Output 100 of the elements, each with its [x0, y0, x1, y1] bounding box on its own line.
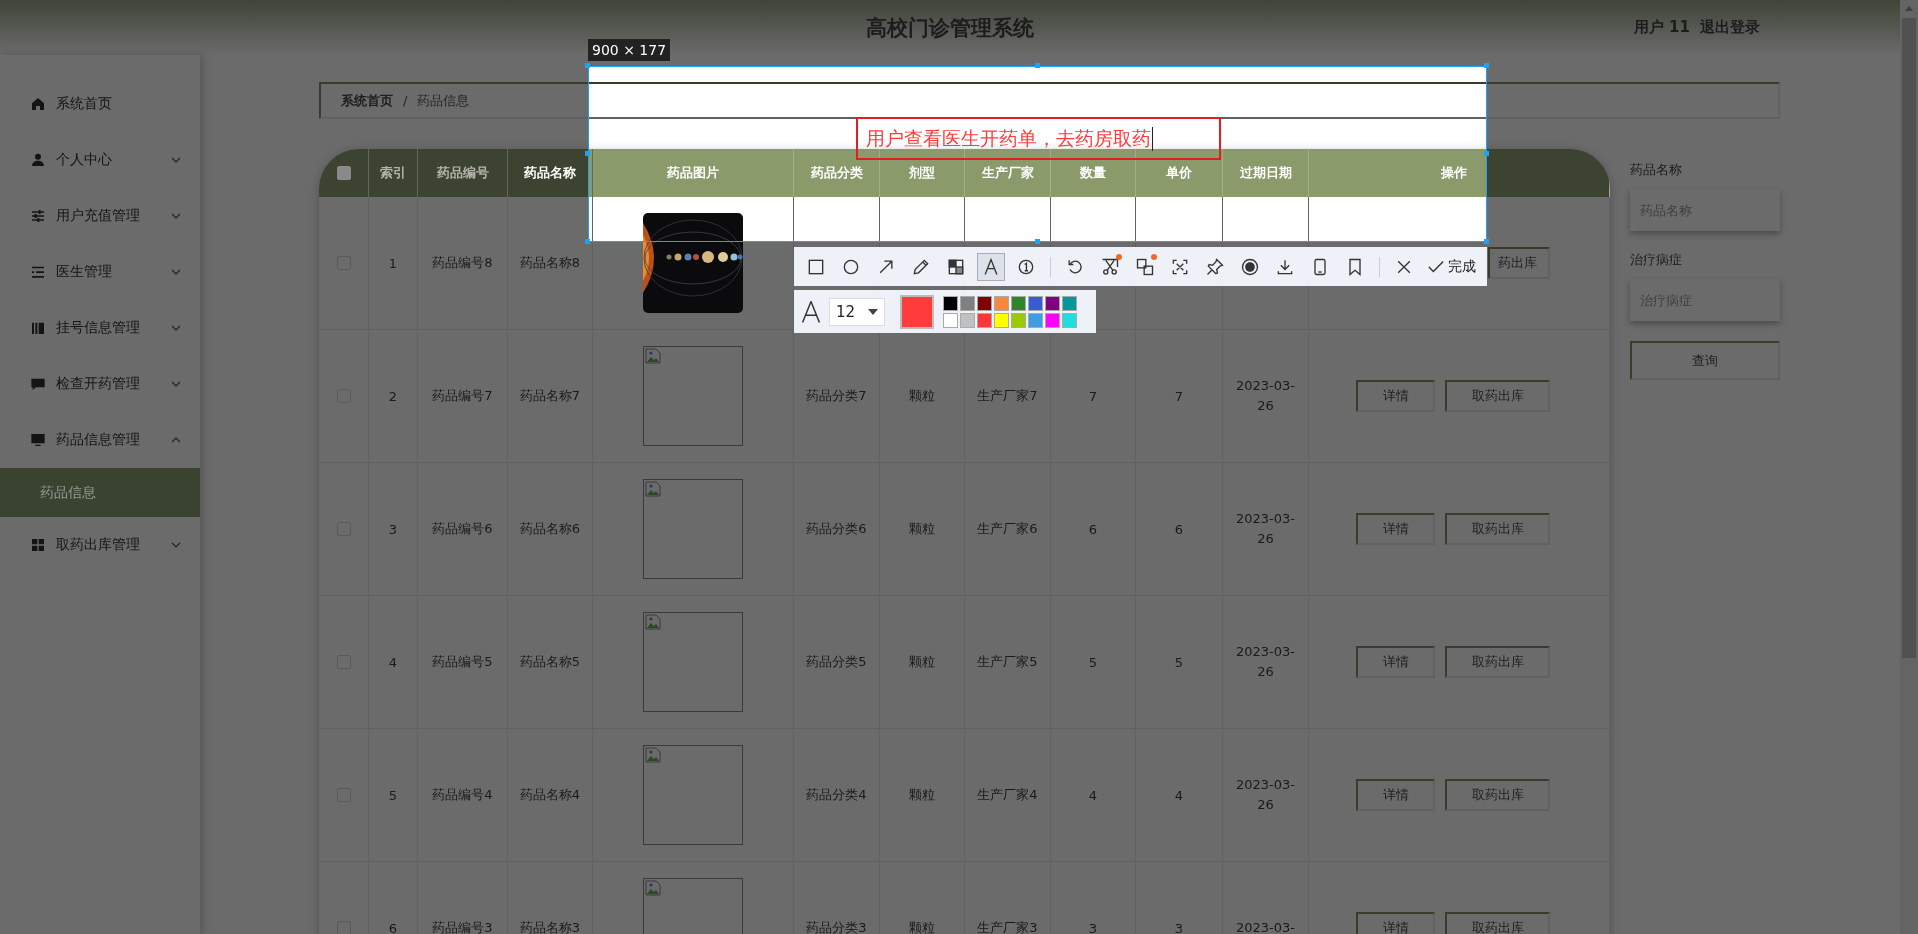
column-header: 过期日期 — [1223, 149, 1309, 197]
color-swatch[interactable] — [1028, 312, 1043, 328]
table-cell: 颗粒 — [880, 862, 965, 934]
resize-handle[interactable] — [585, 239, 590, 244]
table-cell: 药品名称6 — [508, 463, 593, 595]
resize-handle[interactable] — [1484, 151, 1489, 156]
sidebar-item[interactable]: 挂号信息管理 — [0, 300, 200, 356]
dispense-button[interactable]: 取药出库 — [1445, 912, 1550, 934]
color-swatch[interactable] — [1045, 312, 1060, 328]
table-cell: 1 — [369, 197, 418, 329]
details-button[interactable]: 详情 — [1356, 912, 1435, 934]
table-cell: 3 — [369, 463, 418, 595]
column-header: 剂型 — [880, 149, 965, 197]
table-cell: 2023-03-26 — [1223, 463, 1309, 595]
chat-icon — [30, 376, 46, 392]
text-tool[interactable] — [977, 252, 1005, 281]
color-swatch[interactable] — [994, 295, 1009, 311]
resize-handle[interactable] — [585, 63, 590, 68]
breadcrumb-link[interactable]: 系统首页 — [341, 91, 393, 110]
app-title: 高校门诊管理系统 — [866, 14, 1034, 42]
table-cell: 3 — [1136, 862, 1223, 934]
table-cell: 药品编号3 — [418, 862, 508, 934]
table-cell: 颗粒 — [880, 463, 965, 595]
size-label: 900 × 177 — [588, 39, 671, 61]
column-header: 药品编号 — [418, 149, 508, 197]
column-header: 操作 — [1309, 149, 1610, 197]
details-button[interactable]: 详情 — [1356, 779, 1435, 811]
column-header: 单价 — [1136, 149, 1223, 197]
sidebar-item[interactable]: 取药出库管理 — [0, 517, 200, 573]
resize-handle[interactable] — [585, 151, 590, 156]
details-button[interactable]: 详情 — [1356, 646, 1435, 678]
table-cell: 4 — [369, 596, 418, 728]
color-swatch[interactable] — [1011, 295, 1026, 311]
resize-handle[interactable] — [1484, 239, 1489, 244]
resize-handle[interactable] — [1035, 63, 1040, 68]
done-tool[interactable]: 完成 — [1424, 252, 1479, 281]
breadcrumb-link[interactable]: 药品信息 — [417, 91, 470, 110]
select-all-checkbox[interactable] — [336, 166, 351, 180]
sidebar-item[interactable]: 系统首页 — [0, 76, 200, 132]
current-color-swatch[interactable] — [900, 294, 934, 329]
bars-icon — [30, 320, 46, 336]
dispense-button[interactable]: 取药出库 — [1445, 779, 1550, 811]
logout-link[interactable]: 退出登录 — [1700, 18, 1760, 37]
column-header: 生产厂家 — [965, 149, 1051, 197]
table-cell: 药品编号4 — [418, 729, 508, 861]
resize-handle[interactable] — [1035, 239, 1040, 244]
field-label: 药品名称 — [1630, 161, 1683, 179]
table-cell: 2023-03-26 — [1223, 596, 1309, 728]
dispense-button[interactable]: 取药出库 — [1445, 513, 1550, 545]
table-cell: 药品名称7 — [508, 330, 593, 462]
table-cell: 颗粒 — [880, 596, 965, 728]
color-swatch[interactable] — [977, 312, 992, 328]
table-cell: 3 — [1051, 862, 1136, 934]
dispense-button[interactable]: 取药出库 — [1445, 646, 1550, 678]
color-swatch[interactable] — [1062, 295, 1077, 311]
color-swatch[interactable] — [977, 295, 992, 311]
table-cell: 药品名称3 — [508, 862, 593, 934]
dispense-button[interactable]: 药出库 — [1488, 247, 1550, 279]
font-size-select[interactable]: 12 — [829, 297, 885, 326]
scrollbar[interactable] — [1900, 0, 1918, 934]
annotation-text: 用户查看医生开药单，去药房取药 — [866, 125, 1151, 151]
search-button[interactable]: 查询 — [1630, 341, 1780, 380]
sidebar-subitem[interactable]: 药品信息 — [0, 468, 200, 517]
dispense-button[interactable]: 取药出库 — [1445, 380, 1550, 412]
table-cell: 生产厂家5 — [965, 596, 1051, 728]
resize-handle[interactable] — [1484, 63, 1489, 68]
details-button[interactable]: 详情 — [1356, 380, 1435, 412]
sidebar-item[interactable]: 用户充值管理 — [0, 188, 200, 244]
color-swatch[interactable] — [1028, 295, 1043, 311]
table-cell: 2023-03-26 — [1223, 729, 1309, 861]
column-header: 药品名称 — [508, 149, 593, 197]
table-cell: 7 — [1136, 330, 1223, 462]
table-cell: 药品分类5 — [794, 596, 880, 728]
sidebar-item[interactable]: 检查开药管理 — [0, 356, 200, 412]
color-swatch[interactable] — [943, 312, 958, 328]
table-cell: 2023-03- — [1223, 862, 1309, 934]
color-swatch[interactable] — [960, 312, 975, 328]
sidebar-item[interactable]: 药品信息管理 — [0, 412, 200, 468]
table-cell: 4 — [1051, 729, 1136, 861]
column-header: 索引 — [369, 149, 418, 197]
table-cell: 5 — [1051, 596, 1136, 728]
table-cell: 药品分类4 — [794, 729, 880, 861]
color-swatch[interactable] — [1062, 312, 1077, 328]
color-swatch[interactable] — [960, 295, 975, 311]
color-swatch[interactable] — [1045, 295, 1060, 311]
table-cell: 6 — [1136, 463, 1223, 595]
table-cell: 药品编号8 — [418, 197, 508, 329]
annotation-textbox[interactable]: 用户查看医生开药单，去药房取药 — [856, 117, 1221, 160]
table-cell: 颗粒 — [880, 729, 965, 861]
table-cell: 6 — [1051, 463, 1136, 595]
color-swatch[interactable] — [1011, 312, 1026, 328]
details-button[interactable]: 详情 — [1356, 513, 1435, 545]
sidebar-item[interactable]: 个人中心 — [0, 132, 200, 188]
color-swatch[interactable] — [994, 312, 1009, 328]
column-header: 药品分类 — [794, 149, 880, 197]
column-header: 数量 — [1051, 149, 1136, 197]
color-swatch[interactable] — [943, 295, 958, 311]
capture-selection[interactable] — [588, 66, 1487, 242]
table-cell: 4 — [1136, 729, 1223, 861]
sidebar-item[interactable]: 医生管理 — [0, 244, 200, 300]
